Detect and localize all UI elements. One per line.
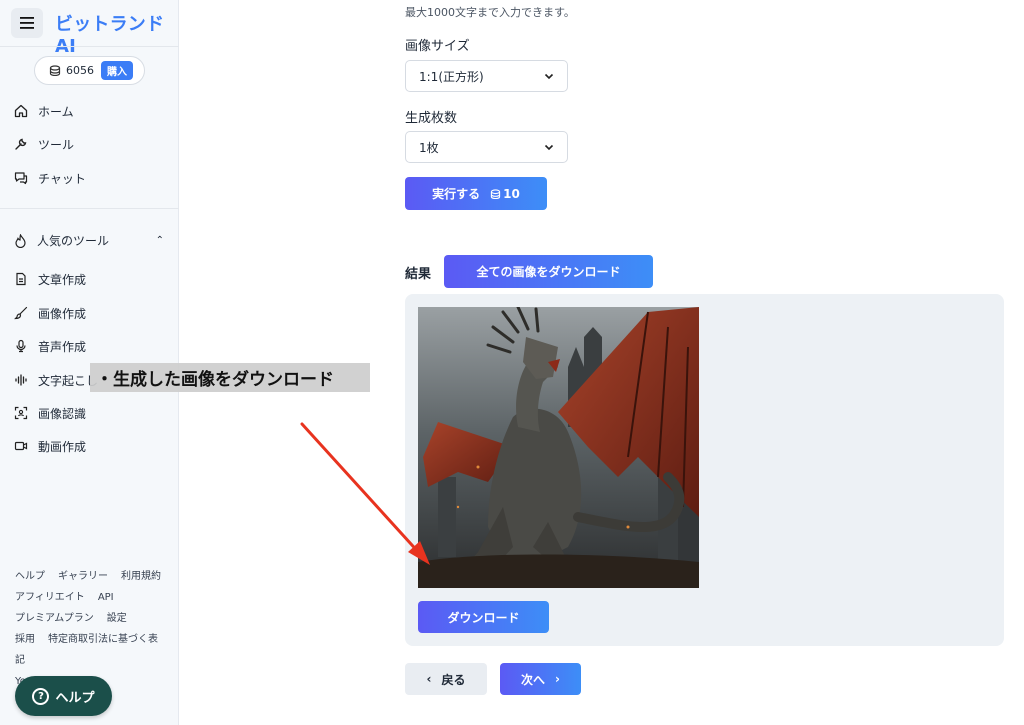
credits-pill[interactable]: 6056 購入 xyxy=(34,56,145,85)
next-button-label: 次へ xyxy=(521,672,546,687)
annotation-label: ・生成した画像をダウンロード xyxy=(90,363,370,392)
char-limit-note: 最大1000文字まで入力できます。 xyxy=(405,6,575,19)
image-size-label: 画像サイズ xyxy=(405,39,470,54)
chevron-down-icon xyxy=(544,144,554,151)
sidebar-divider xyxy=(0,46,179,47)
menu-toggle-button[interactable] xyxy=(11,8,43,38)
home-icon xyxy=(14,104,28,118)
sidebar-item-label: 動画作成 xyxy=(38,439,87,454)
waveform-icon xyxy=(15,374,27,386)
hamburger-icon xyxy=(20,17,34,29)
wrench-icon xyxy=(15,138,27,150)
run-button-label: 実行する xyxy=(432,187,481,201)
sidebar-item-label: ホーム xyxy=(38,104,74,119)
sidebar-item-label: 画像作成 xyxy=(38,306,87,321)
sidebar-item-video-creation[interactable]: 動画作成 xyxy=(14,436,86,456)
help-circle-icon: ? xyxy=(32,687,50,705)
image-size-select[interactable]: 1:1(正方形) xyxy=(405,60,568,92)
back-button[interactable]: ‹ 戻る xyxy=(405,663,487,695)
help-button[interactable]: ? ヘルプ xyxy=(15,676,112,716)
footer-link-terms[interactable]: 利用規約 xyxy=(121,571,161,582)
scan-icon xyxy=(14,406,28,420)
coin-icon xyxy=(49,65,61,76)
sidebar-item-tools[interactable]: ツール xyxy=(14,134,74,154)
footer-link-gallery[interactable]: ギャラリー xyxy=(58,571,108,582)
footer-link-legal[interactable]: 特定商取引法に基づく表記 xyxy=(15,634,158,666)
sidebar-item-home[interactable]: ホーム xyxy=(14,101,74,121)
help-button-label: ヘルプ xyxy=(55,690,95,706)
run-cost-value: 10 xyxy=(503,186,520,201)
footer-link-premium[interactable]: プレミアムプラン xyxy=(15,613,94,624)
sidebar-item-label: チャット xyxy=(38,171,86,186)
run-button[interactable]: 実行する 10 xyxy=(405,177,547,210)
download-all-button[interactable]: 全ての画像をダウンロード xyxy=(444,255,653,288)
sidebar-divider xyxy=(0,208,179,209)
chat-icon xyxy=(14,172,28,185)
dragon-image xyxy=(418,307,699,588)
sidebar-item-label: 画像認識 xyxy=(38,406,87,421)
sidebar-item-label: ツール xyxy=(38,137,75,152)
credits-amount: 6056 xyxy=(66,64,94,77)
sidebar-item-chat[interactable]: チャット xyxy=(14,168,86,188)
generated-image[interactable] xyxy=(418,307,699,588)
footer-link-careers[interactable]: 採用 xyxy=(15,634,35,645)
image-count-label: 生成枚数 xyxy=(405,111,458,126)
sidebar-item-image-recognition[interactable]: 画像認識 xyxy=(14,403,86,423)
chevron-down-icon xyxy=(544,73,554,80)
popular-tools-header[interactable]: 人気のツール ⌃ xyxy=(14,232,164,249)
coin-icon xyxy=(491,188,501,199)
sidebar-item-transcription[interactable]: 文字起こし xyxy=(14,370,98,390)
run-cost: 10 xyxy=(490,187,520,201)
brand-logo[interactable]: ビットランドAI xyxy=(55,10,178,57)
footer-link-api[interactable]: API xyxy=(98,592,114,603)
sidebar-item-label: 文章作成 xyxy=(38,272,87,287)
document-icon xyxy=(16,272,26,286)
sidebar-item-label: 音声作成 xyxy=(38,339,87,354)
buy-credits-button[interactable]: 購入 xyxy=(101,61,133,80)
image-size-value: 1:1(正方形) xyxy=(419,69,484,84)
next-button[interactable]: 次へ › xyxy=(500,663,581,695)
download-button[interactable]: ダウンロード xyxy=(418,601,549,633)
brush-icon xyxy=(14,306,28,320)
back-button-label: 戻る xyxy=(441,672,466,687)
footer-link-affiliate[interactable]: アフィリエイト xyxy=(15,592,85,603)
chevron-up-icon[interactable]: ⌃ xyxy=(156,235,164,246)
sidebar-item-text-writing[interactable]: 文章作成 xyxy=(14,269,86,289)
footer-link-help[interactable]: ヘルプ xyxy=(15,571,45,582)
image-count-value: 1枚 xyxy=(419,140,439,155)
flame-icon xyxy=(15,233,26,248)
sidebar-item-audio-creation[interactable]: 音声作成 xyxy=(14,336,86,356)
video-icon xyxy=(14,441,28,451)
chevron-right-icon: › xyxy=(555,672,560,686)
footer-links: ヘルプ ギャラリー 利用規約 アフィリエイト API プレミアムプラン 設定 採用 特定商… xyxy=(15,566,178,692)
popular-tools-label: 人気のツール xyxy=(37,234,110,248)
image-count-select[interactable]: 1枚 xyxy=(405,131,568,163)
microphone-icon xyxy=(16,339,26,353)
chevron-left-icon: ‹ xyxy=(426,672,432,686)
sidebar-item-image-creation[interactable]: 画像作成 xyxy=(14,303,86,323)
result-label: 結果 xyxy=(405,267,432,282)
sidebar-item-label: 文字起こし xyxy=(38,373,99,388)
footer-link-settings[interactable]: 設定 xyxy=(107,613,127,624)
